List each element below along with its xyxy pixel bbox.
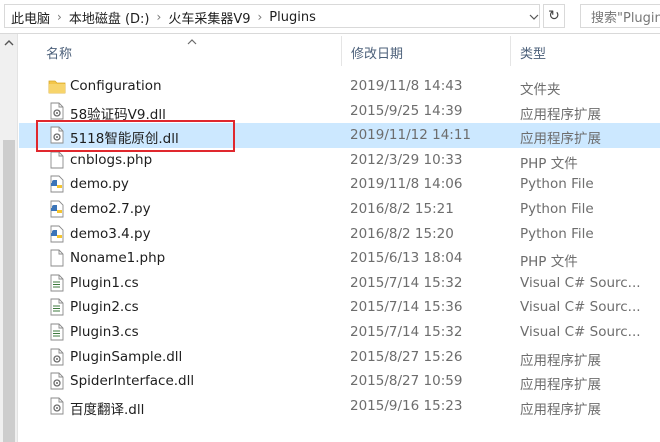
file-date-modified: 2015/6/13 18:04 xyxy=(350,250,463,267)
file-list: Configuration 2019/11/8 14:43 文件夹 58验证码V9.d… xyxy=(19,74,660,418)
file-row[interactable]: Noname1.php 2015/6/13 18:04 PHP 文件 xyxy=(19,246,660,271)
file-row[interactable]: demo.py 2019/11/8 14:06 Python File xyxy=(19,172,660,197)
file-date-modified: 2012/3/29 10:33 xyxy=(350,151,463,168)
file-type: 文件夹 xyxy=(520,82,561,98)
python-file-icon xyxy=(48,200,66,218)
folder-icon xyxy=(48,77,66,95)
chevron-right-icon[interactable]: › xyxy=(252,10,267,24)
file-date-modified: 2016/8/2 15:21 xyxy=(350,200,454,217)
address-bar: 此电脑 › 本地磁盘 (D:) › 火车采集器V9 › Plugins ↻ 搜索… xyxy=(0,0,660,34)
breadcrumb-item-drive[interactable]: 本地磁盘 (D:) xyxy=(67,8,152,27)
file-date-modified: 2015/9/25 14:39 xyxy=(350,102,463,119)
file-date-modified: 2019/11/8 14:43 xyxy=(350,78,463,94)
file-name[interactable]: Plugin3.cs xyxy=(70,324,139,340)
file-row[interactable]: Plugin2.cs 2015/7/14 15:36 Visual C# Sourc… xyxy=(19,295,660,320)
search-input[interactable]: 搜索"Plugins" xyxy=(580,4,660,28)
file-date-modified: 2015/9/16 15:23 xyxy=(350,397,463,414)
file-name[interactable]: SpiderInterface.dll xyxy=(70,373,194,389)
file-row[interactable]: SpiderInterface.dll 2015/8/27 10:59 应用程序扩展 xyxy=(19,369,660,394)
dll-file-icon xyxy=(48,102,66,120)
file-row[interactable]: cnblogs.php 2012/3/29 10:33 PHP 文件 xyxy=(19,148,660,173)
file-name[interactable]: 百度翻译.dll xyxy=(70,398,144,418)
python-file-icon xyxy=(48,175,66,193)
file-name[interactable]: 5118智能原创.dll xyxy=(70,127,179,147)
file-type: Python File xyxy=(520,200,594,217)
file-name[interactable]: demo.py xyxy=(70,176,129,192)
file-icon xyxy=(48,249,66,267)
file-type: Python File xyxy=(520,176,594,193)
refresh-icon[interactable]: ↻ xyxy=(548,8,560,24)
file-row[interactable]: demo3.4.py 2016/8/2 15:20 Python File xyxy=(19,222,660,247)
chevron-right-icon[interactable]: › xyxy=(152,10,167,24)
file-date-modified: 2015/7/14 15:32 xyxy=(350,274,463,291)
file-row[interactable]: 百度翻译.dll 2015/9/16 15:23 应用程序扩展 xyxy=(19,394,660,419)
breadcrumb-item-app-folder[interactable]: 火车采集器V9 xyxy=(166,8,252,27)
file-row[interactable]: PluginSample.dll 2015/8/27 15:26 应用程序扩展 xyxy=(19,345,660,370)
file-name[interactable]: demo3.4.py xyxy=(70,226,151,242)
file-type: 应用程序扩展 xyxy=(520,401,601,418)
file-name[interactable]: 58验证码V9.dll xyxy=(70,103,166,123)
file-date-modified: 2016/8/2 15:20 xyxy=(350,225,454,242)
file-row[interactable]: Plugin3.cs 2015/7/14 15:32 Visual C# Sourc… xyxy=(19,320,660,345)
navigation-pane-scrollbar[interactable] xyxy=(0,34,18,442)
refresh-button[interactable]: ↻ xyxy=(543,4,565,28)
chevron-down-icon[interactable] xyxy=(527,8,541,26)
file-date-modified: 2019/11/8 14:06 xyxy=(350,176,463,193)
file-name[interactable]: Plugin1.cs xyxy=(70,275,139,291)
breadcrumb-item-plugins[interactable]: Plugins xyxy=(267,10,318,25)
file-type: Visual C# Sourc... xyxy=(520,323,641,340)
file-row[interactable]: Configuration 2019/11/8 14:43 文件夹 xyxy=(19,74,660,99)
file-date-modified: 2015/7/14 15:36 xyxy=(350,299,463,316)
file-name[interactable]: cnblogs.php xyxy=(70,152,152,168)
file-icon xyxy=(48,151,66,169)
chevron-right-icon[interactable]: › xyxy=(52,10,67,24)
column-divider[interactable] xyxy=(510,36,511,66)
dll-file-icon xyxy=(48,348,66,366)
dll-file-icon xyxy=(48,372,66,390)
column-header: 名称 修改日期 类型 xyxy=(19,34,660,68)
breadcrumb-item-this-pc[interactable]: 此电脑 xyxy=(9,8,52,27)
file-name[interactable]: Noname1.php xyxy=(70,250,165,266)
dll-file-icon xyxy=(48,397,66,415)
breadcrumb[interactable]: 此电脑 › 本地磁盘 (D:) › 火车采集器V9 › Plugins xyxy=(4,4,540,28)
search-placeholder: 搜索"Plugins" xyxy=(591,10,660,26)
file-name[interactable]: Configuration xyxy=(70,78,162,94)
file-type: 应用程序扩展 xyxy=(520,352,601,369)
file-name[interactable]: demo2.7.py xyxy=(70,201,151,217)
python-file-icon xyxy=(48,225,66,243)
file-date-modified: 2015/7/14 15:32 xyxy=(350,323,463,340)
file-row[interactable]: demo2.7.py 2016/8/2 15:21 Python File xyxy=(19,197,660,222)
file-row[interactable]: 5118智能原创.dll 2019/11/12 14:11 应用程序扩展 xyxy=(19,123,660,148)
column-name[interactable]: 名称 xyxy=(46,43,72,62)
sort-ascending-icon xyxy=(187,34,197,49)
file-name[interactable]: Plugin2.cs xyxy=(70,299,139,315)
column-date-modified[interactable]: 修改日期 xyxy=(351,43,403,62)
cs-file-icon xyxy=(48,274,66,292)
cs-file-icon xyxy=(48,298,66,316)
file-date-modified: 2015/8/27 15:26 xyxy=(350,348,463,365)
file-row[interactable]: 58验证码V9.dll 2015/9/25 14:39 应用程序扩展 xyxy=(19,99,660,124)
dll-file-icon xyxy=(48,126,66,144)
file-row[interactable]: Plugin1.cs 2015/7/14 15:32 Visual C# Sourc… xyxy=(19,271,660,296)
file-type: Visual C# Sourc... xyxy=(520,274,641,291)
scroll-up-icon[interactable] xyxy=(0,34,18,52)
file-type: 应用程序扩展 xyxy=(520,131,601,148)
file-type: PHP 文件 xyxy=(520,155,578,172)
file-type: Python File xyxy=(520,225,594,242)
file-type: 应用程序扩展 xyxy=(520,377,601,394)
file-type: Visual C# Sourc... xyxy=(520,299,641,316)
file-date-modified: 2019/11/12 14:11 xyxy=(350,127,472,144)
column-divider[interactable] xyxy=(341,36,342,66)
file-type: 应用程序扩展 xyxy=(520,106,601,123)
file-type: PHP 文件 xyxy=(520,254,578,271)
column-type[interactable]: 类型 xyxy=(520,43,546,62)
cs-file-icon xyxy=(48,323,66,341)
file-date-modified: 2015/8/27 10:59 xyxy=(350,373,463,390)
file-name[interactable]: PluginSample.dll xyxy=(70,349,182,365)
scrollbar-thumb[interactable] xyxy=(3,140,15,442)
